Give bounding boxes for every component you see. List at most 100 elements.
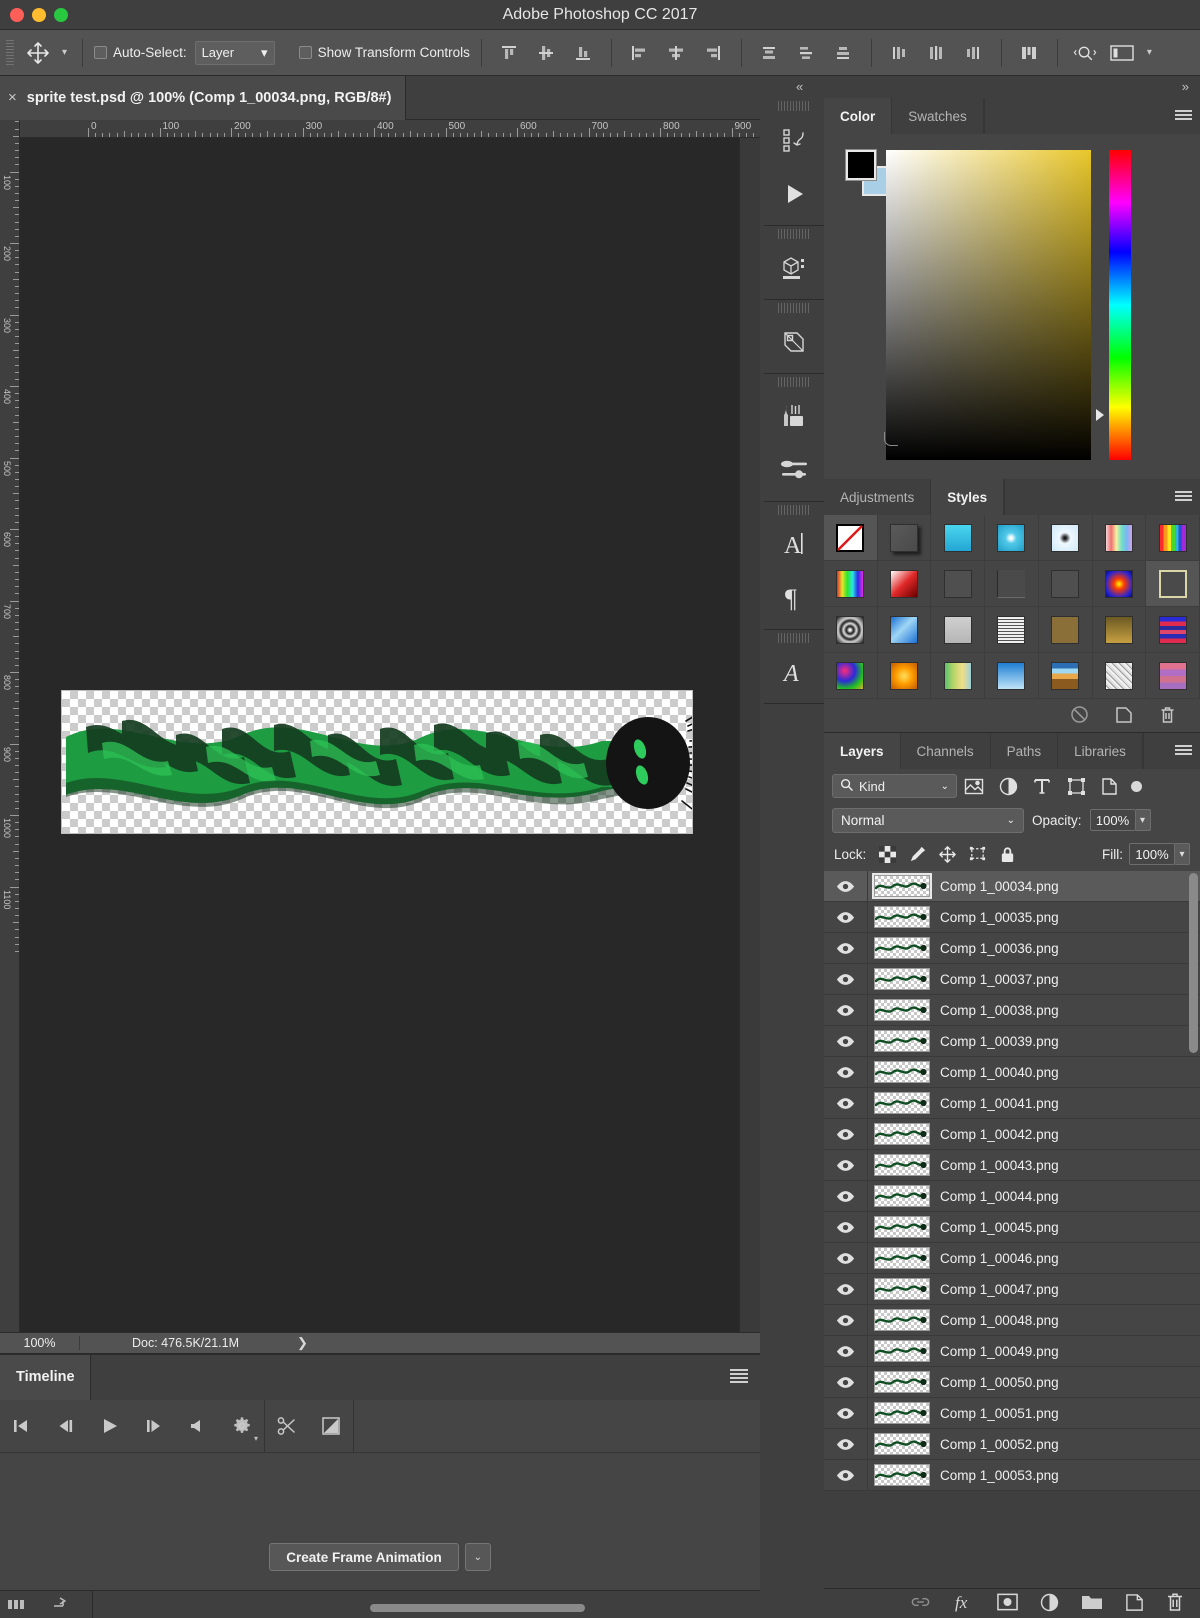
panel-menu-icon[interactable]	[1166, 98, 1200, 134]
layer-row[interactable]: Comp 1_00051.png	[824, 1397, 1200, 1429]
layer-row[interactable]: Comp 1_00037.png	[824, 963, 1200, 995]
layer-visibility-toggle[interactable]	[824, 1149, 868, 1181]
layer-thumbnail[interactable]	[874, 1247, 930, 1269]
character-styles-icon[interactable]: A	[764, 645, 824, 699]
layer-visibility-toggle[interactable]	[824, 1211, 868, 1243]
layer-row[interactable]: Comp 1_00041.png	[824, 1087, 1200, 1119]
layer-visibility-toggle[interactable]	[824, 1397, 868, 1429]
new-group-icon[interactable]	[1081, 1593, 1103, 1614]
convert-to-frame-animation-icon[interactable]	[8, 1600, 24, 1609]
layer-thumbnail[interactable]	[874, 1309, 930, 1331]
layer-list-scrollbar[interactable]	[1189, 873, 1198, 1053]
status-expand-icon[interactable]: ❯	[297, 1335, 308, 1351]
fill-dropdown-caret[interactable]: ▾	[1175, 843, 1190, 865]
panel-menu-icon[interactable]	[1166, 733, 1200, 769]
layer-thumbnail[interactable]	[874, 1340, 930, 1362]
smart-object-filter-button[interactable]	[1093, 773, 1127, 799]
blend-mode-dropdown[interactable]: Normal ⌄	[832, 807, 1024, 833]
layer-row[interactable]: Comp 1_00048.png	[824, 1304, 1200, 1336]
layer-row[interactable]: Comp 1_00049.png	[824, 1335, 1200, 1367]
style-swatch-rainbow-vertical[interactable]	[1092, 515, 1147, 561]
panel-menu-icon[interactable]	[730, 1369, 748, 1383]
timeline-settings-gear-icon[interactable]: ▾	[220, 1400, 264, 1453]
tab-layers[interactable]: Layers	[824, 733, 901, 769]
lock-transparent-pixels-button[interactable]	[872, 841, 902, 867]
panel-grip[interactable]	[778, 505, 810, 515]
layer-row[interactable]: Comp 1_00045.png	[824, 1211, 1200, 1243]
panel-grip[interactable]	[778, 101, 810, 111]
auto-select-dropdown[interactable]: Layer ▾	[194, 40, 275, 65]
lock-position-button[interactable]	[932, 841, 962, 867]
style-swatch-blue-glass-button[interactable]	[985, 515, 1039, 561]
brush-settings-icon[interactable]	[764, 443, 824, 497]
style-swatch-pastel-spectrum[interactable]	[931, 653, 986, 699]
render-video-icon[interactable]	[52, 1595, 72, 1614]
next-frame-button[interactable]	[132, 1400, 176, 1453]
layer-row[interactable]: Comp 1_00042.png	[824, 1118, 1200, 1150]
lock-image-pixels-button[interactable]	[902, 841, 932, 867]
horizontal-ruler[interactable]: 0 100 200 300 400 500 600 700 800 900	[20, 120, 760, 138]
styles-grid[interactable]	[824, 515, 1200, 699]
style-swatch-gray-satin[interactable]	[931, 607, 986, 653]
new-layer-icon[interactable]	[1125, 1593, 1144, 1615]
adjustment-layers-filter-button[interactable]	[991, 773, 1025, 799]
opacity-input[interactable]: 100%	[1089, 809, 1136, 831]
layer-thumbnail[interactable]	[874, 968, 930, 990]
layer-row[interactable]: Comp 1_00040.png	[824, 1056, 1200, 1088]
layer-row[interactable]: Comp 1_00046.png	[824, 1242, 1200, 1274]
show-transform-checkbox[interactable]	[298, 46, 312, 59]
lock-all-button[interactable]	[992, 841, 1022, 867]
layer-thumbnail[interactable]	[874, 1123, 930, 1145]
style-swatch-beach-sunset[interactable]	[1038, 653, 1093, 699]
layer-visibility-toggle[interactable]	[824, 1180, 868, 1212]
panel-menu-icon[interactable]	[1166, 479, 1200, 515]
filter-enable-toggle[interactable]	[1131, 780, 1142, 792]
layer-visibility-toggle[interactable]	[824, 963, 868, 995]
collapse-icons-button[interactable]: «	[796, 79, 803, 94]
fill-input[interactable]: 100%	[1129, 843, 1175, 865]
layer-thumbnail[interactable]	[874, 1433, 930, 1455]
layer-row[interactable]: Comp 1_00043.png	[824, 1149, 1200, 1181]
align-bottom-edges-button[interactable]	[567, 38, 600, 68]
lock-artboard-nesting-button[interactable]	[962, 841, 992, 867]
canvas-vertical-scrollbar[interactable]	[739, 138, 760, 1332]
layer-visibility-toggle[interactable]	[824, 1242, 868, 1274]
type-layers-filter-button[interactable]	[1025, 773, 1059, 799]
style-swatch-confetti-texture[interactable]	[824, 653, 878, 699]
layer-thumbnail[interactable]	[874, 1402, 930, 1424]
layer-visibility-toggle[interactable]	[824, 1304, 868, 1336]
layer-row[interactable]: Comp 1_00036.png	[824, 932, 1200, 964]
vertical-ruler[interactable]: 010020030040050060070080090010001100	[0, 120, 20, 1332]
tab-styles[interactable]: Styles	[931, 479, 1005, 515]
style-swatch-orange-gold-glow[interactable]	[877, 653, 932, 699]
transition-icon[interactable]	[309, 1400, 353, 1453]
layer-visibility-toggle[interactable]	[824, 1428, 868, 1460]
align-right-edges-button[interactable]	[697, 38, 730, 68]
style-swatch-default-none[interactable]	[824, 515, 878, 561]
layer-visibility-toggle[interactable]	[824, 870, 868, 902]
delete-layer-icon[interactable]	[1166, 1592, 1184, 1615]
layer-thumbnail[interactable]	[874, 906, 930, 928]
layer-row[interactable]: Comp 1_00039.png	[824, 1025, 1200, 1057]
search-icon[interactable]	[1069, 38, 1102, 68]
foreground-color-swatch[interactable]	[845, 149, 877, 181]
style-swatch-thin-gold-frame[interactable]	[1146, 561, 1200, 607]
distribute-left-edges-button[interactable]	[883, 38, 916, 68]
layer-thumbnail[interactable]	[874, 1092, 930, 1114]
options-bar-grip[interactable]	[6, 39, 14, 66]
style-swatch-spectrum-gradient[interactable]	[824, 561, 878, 607]
workspace-caret-icon[interactable]: ▾	[1143, 47, 1156, 58]
layer-style-fx-icon[interactable]: fx	[953, 1592, 975, 1615]
link-layers-icon[interactable]	[910, 1595, 931, 1612]
mute-audio-button[interactable]	[176, 1400, 220, 1453]
maximize-window-button[interactable]	[54, 8, 68, 22]
style-swatch-rainbow-bars[interactable]	[1146, 515, 1200, 561]
new-style-icon[interactable]	[1115, 705, 1133, 727]
layer-thumbnail[interactable]	[874, 1371, 930, 1393]
layer-row[interactable]: Comp 1_00050.png	[824, 1366, 1200, 1398]
layer-row[interactable]: Comp 1_00038.png	[824, 994, 1200, 1026]
timeline-horizontal-scrollbar[interactable]	[370, 1604, 585, 1612]
style-swatch-noise-texture[interactable]	[1092, 653, 1147, 699]
style-swatch-basic-outer-glow[interactable]	[931, 561, 986, 607]
layer-visibility-toggle[interactable]	[824, 1273, 868, 1305]
